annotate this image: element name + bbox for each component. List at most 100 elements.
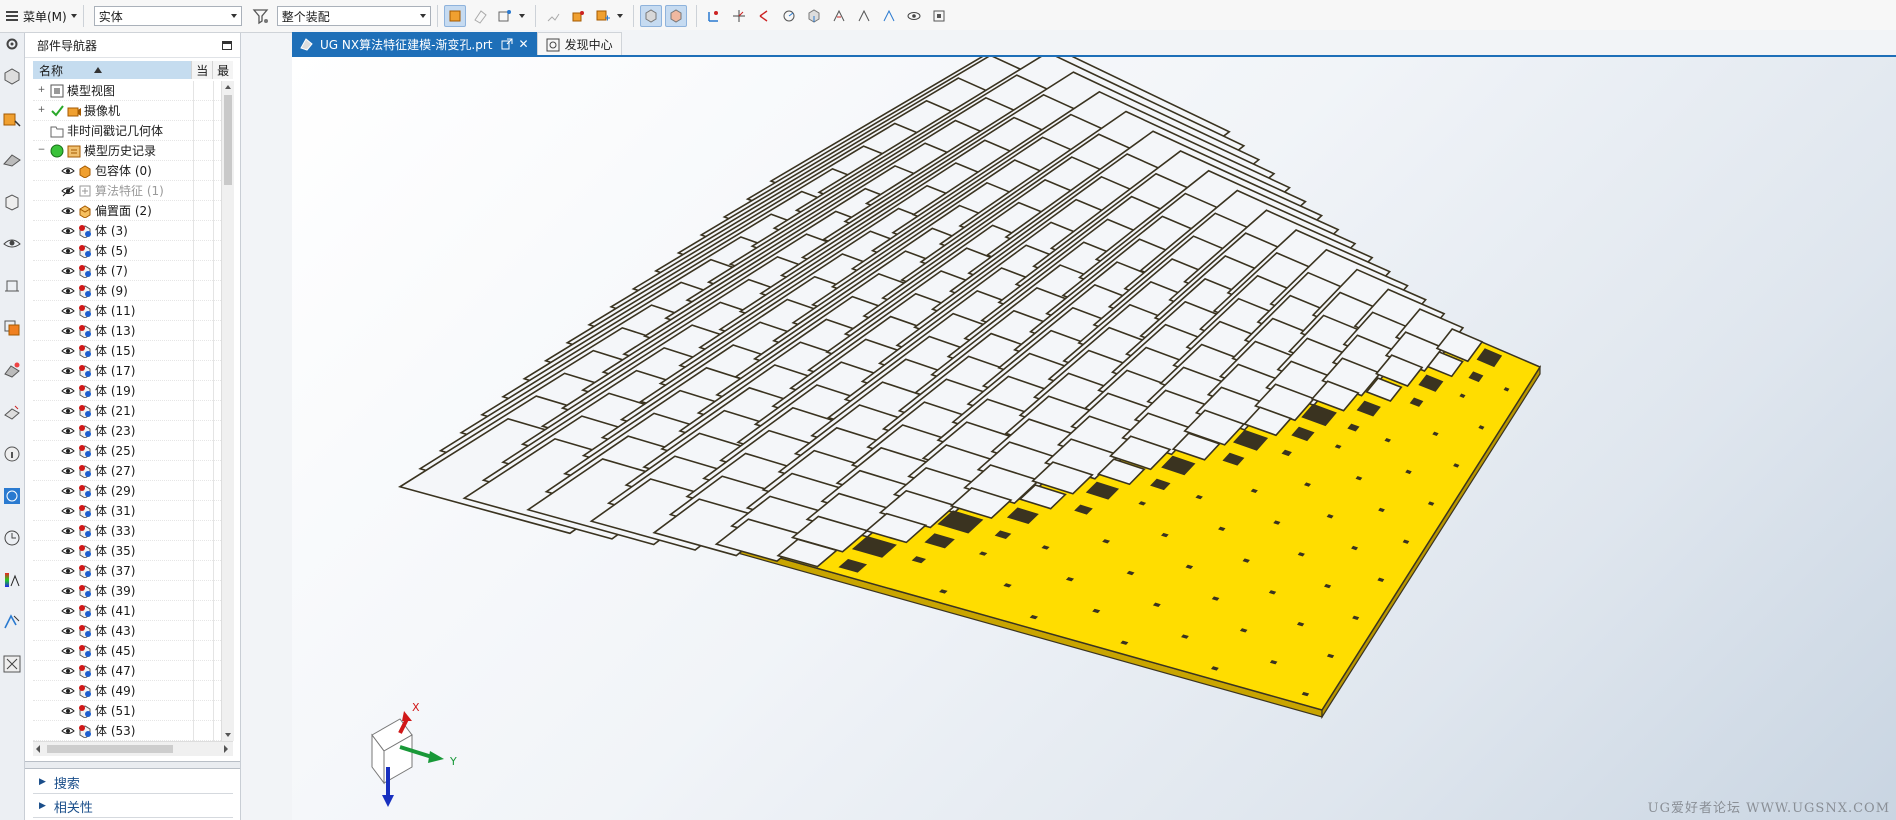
process-studio-tab-icon[interactable]	[0, 601, 24, 643]
measure-tab-icon[interactable]	[0, 391, 24, 433]
tree-node[interactable]: 体 (37)	[33, 561, 233, 581]
tree-vertical-scrollbar[interactable]	[221, 81, 234, 741]
tree-node[interactable]: + 摄像机	[33, 101, 233, 121]
save-wcs-icon[interactable]	[928, 5, 950, 27]
visibility-eye-icon[interactable]	[61, 724, 75, 738]
tree-node[interactable]: 体 (11)	[33, 301, 233, 321]
settings-gear-icon[interactable]	[0, 33, 24, 55]
show-wcs-icon[interactable]	[903, 5, 925, 27]
tree-node[interactable]: 体 (27)	[33, 461, 233, 481]
wcs-x-axis-icon[interactable]	[853, 5, 875, 27]
tree-node[interactable]: 体 (13)	[33, 321, 233, 341]
wcs-set-icon[interactable]	[828, 5, 850, 27]
maximize-icon[interactable]	[222, 40, 232, 50]
visibility-eye-icon[interactable]	[61, 504, 75, 518]
visibility-eye-icon[interactable]	[61, 384, 75, 398]
pop-out-icon[interactable]	[501, 38, 513, 50]
type-filter-dropdown[interactable]: 实体	[93, 6, 242, 26]
visibility-eye-icon[interactable]	[61, 524, 75, 538]
visibility-eye-icon[interactable]	[61, 264, 75, 278]
visibility-eye-icon[interactable]	[61, 404, 75, 418]
move-component-icon[interactable]	[592, 5, 614, 27]
visibility-eye-icon[interactable]	[61, 304, 75, 318]
visibility-eye-icon[interactable]	[61, 664, 75, 678]
visibility-eye-icon[interactable]	[61, 444, 75, 458]
wcs-dynamic-icon[interactable]	[753, 5, 775, 27]
expand-toggle-icon[interactable]: −	[37, 146, 46, 155]
chevron-down-icon[interactable]	[616, 14, 623, 18]
shaded-view-icon[interactable]	[639, 5, 662, 27]
tree-node[interactable]: 体 (39)	[33, 581, 233, 601]
wcs-y-axis-icon[interactable]	[878, 5, 900, 27]
tab-discovery-center[interactable]: 发现中心	[536, 32, 622, 56]
tab-part-file[interactable]: UG NX算法特征建模-渐变孔.prt ✕	[292, 32, 537, 56]
tree-node[interactable]: 体 (41)	[33, 601, 233, 621]
tree-node[interactable]: 体 (15)	[33, 341, 233, 361]
info-tab-icon[interactable]	[0, 433, 24, 475]
horizontal-scroll-thumb[interactable]	[47, 745, 173, 753]
constraint-navigator-tab-icon[interactable]	[0, 139, 24, 181]
tree-node[interactable]: 体 (49)	[33, 681, 233, 701]
tree-node[interactable]: 体 (3)	[33, 221, 233, 241]
roles-tab-icon[interactable]	[0, 643, 24, 685]
tree-node[interactable]: 体 (35)	[33, 541, 233, 561]
visibility-eye-icon[interactable]	[61, 624, 75, 638]
select-face-icon[interactable]	[469, 5, 491, 27]
scroll-right-icon[interactable]	[221, 742, 231, 756]
tree-horizontal-scrollbar[interactable]	[33, 741, 233, 756]
wireframe-view-icon[interactable]	[664, 5, 687, 27]
drafting-tab-icon[interactable]	[0, 265, 24, 307]
scroll-left-icon[interactable]	[33, 742, 43, 756]
part-cube-tab-icon[interactable]	[0, 181, 24, 223]
visibility-eye-icon[interactable]	[61, 464, 75, 478]
tree-node[interactable]: 体 (25)	[33, 441, 233, 461]
visibility-eye-icon[interactable]	[61, 184, 75, 198]
visibility-eye-icon[interactable]	[61, 424, 75, 438]
visibility-eye-icon[interactable]	[61, 344, 75, 358]
scroll-up-icon[interactable]	[222, 81, 234, 93]
tree-node[interactable]: 体 (51)	[33, 701, 233, 721]
assembly-select-icon[interactable]	[542, 5, 564, 27]
tree-node[interactable]: 体 (19)	[33, 381, 233, 401]
tree-node[interactable]: 体 (43)	[33, 621, 233, 641]
system-materials-tab-icon[interactable]	[0, 559, 24, 601]
tree-node[interactable]: 体 (29)	[33, 481, 233, 501]
visibility-eye-tab-icon[interactable]	[0, 223, 24, 265]
visibility-eye-icon[interactable]	[61, 224, 75, 238]
visibility-eye-icon[interactable]	[61, 704, 75, 718]
scroll-down-icon[interactable]	[222, 729, 234, 741]
tree-node[interactable]: 体 (47)	[33, 661, 233, 681]
wcs-origin-icon[interactable]	[728, 5, 750, 27]
expand-toggle-icon[interactable]: +	[37, 86, 46, 95]
tree-node[interactable]: 体 (53)	[33, 721, 233, 741]
wcs-display-icon[interactable]	[803, 5, 825, 27]
tree-node[interactable]: 体 (17)	[33, 361, 233, 381]
tree-node[interactable]: 包容体 (0)	[33, 161, 233, 181]
visibility-eye-icon[interactable]	[61, 604, 75, 618]
visibility-eye-icon[interactable]	[61, 644, 75, 658]
tree-node[interactable]: 算法特征 (1)	[33, 181, 233, 201]
perforated-plate-model[interactable]	[292, 57, 1896, 820]
tree-node[interactable]: 体 (7)	[33, 261, 233, 281]
checkmark-icon[interactable]	[50, 104, 64, 118]
filter-icon[interactable]	[250, 5, 272, 27]
tree-node[interactable]: 体 (21)	[33, 401, 233, 421]
expand-toggle-icon[interactable]	[37, 126, 46, 135]
visibility-eye-icon[interactable]	[61, 684, 75, 698]
assembly-scope-dropdown[interactable]: 整个装配	[276, 6, 431, 26]
web-browser-tab-icon[interactable]	[0, 475, 24, 517]
assembly-navigator-tab-icon[interactable]	[0, 97, 24, 139]
current-column-header[interactable]: 当	[191, 61, 213, 79]
palette-tab-icon[interactable]	[0, 307, 24, 349]
view-triad[interactable]: X Y	[352, 697, 492, 820]
tree-node[interactable]: 偏置面 (2)	[33, 201, 233, 221]
analysis-tab-icon[interactable]	[0, 349, 24, 391]
name-column-header[interactable]: 名称	[33, 61, 192, 79]
visibility-eye-icon[interactable]	[61, 484, 75, 498]
tree-node[interactable]: 体 (33)	[33, 521, 233, 541]
visibility-eye-icon[interactable]	[61, 364, 75, 378]
panel-splitter[interactable]	[25, 761, 240, 769]
expand-toggle-icon[interactable]: +	[37, 106, 46, 115]
tree-node[interactable]: 体 (9)	[33, 281, 233, 301]
wcs-rotate-icon[interactable]	[778, 5, 800, 27]
